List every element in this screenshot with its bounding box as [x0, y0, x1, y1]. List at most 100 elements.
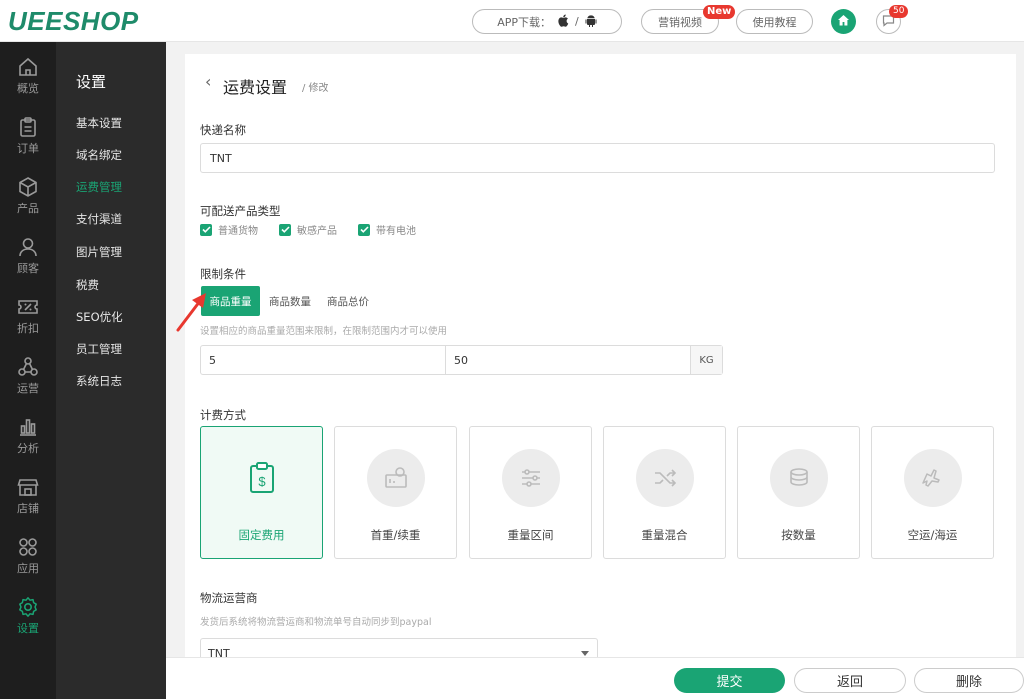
form-card: ‹ 运费设置 / 修改 快递名称 TNT 可配送产品类型 普通货物 敏感产品 带… [185, 54, 1016, 699]
sidebar-item-analytics[interactable]: 分析 [0, 408, 56, 464]
limit-conditions-label: 限制条件 [200, 267, 246, 281]
marketing-video-label: 营销视频 [658, 15, 702, 29]
submenu-item-staff[interactable]: 员工管理 [76, 341, 122, 357]
sidebar-item-label: 应用 [17, 562, 39, 575]
submenu-item-seo[interactable]: SEO优化 [76, 309, 123, 325]
tab-product-total[interactable]: 商品总价 [320, 286, 376, 316]
scale-icon [367, 449, 425, 507]
page-title: 运费设置 [223, 78, 288, 97]
back-button[interactable]: 返回 [794, 668, 906, 693]
gear-icon [19, 597, 37, 617]
clipboard-icon [20, 117, 36, 137]
tab-product-quantity[interactable]: 商品数量 [262, 286, 318, 316]
top-bar: UEESHOP APP下载： / 营销视频 New 使用教程 50 [0, 0, 1024, 42]
range-min-input[interactable]: 5 [201, 346, 446, 374]
range-max-input[interactable]: 50 [446, 346, 691, 374]
billing-option-label: 按数量 [781, 528, 816, 542]
delete-button[interactable]: 删除 [914, 668, 1024, 693]
sidebar-item-label: 设置 [17, 622, 39, 635]
courier-name-input[interactable]: TNT [200, 143, 995, 173]
carrier-hint: 发货后系统将物流营运商和物流单号自动同步到paypal [200, 617, 432, 628]
app-download-pill: APP下载： / [472, 9, 622, 34]
annotation-arrow-icon [176, 293, 206, 332]
brand-logo[interactable]: UEESHOP [8, 6, 139, 37]
billing-option-label: 重量混合 [641, 528, 688, 542]
sliders-icon [502, 449, 560, 507]
billing-option-label: 固定费用 [238, 528, 285, 542]
app-separator: / [575, 15, 579, 28]
billing-method-label: 计费方式 [200, 408, 246, 422]
bar-chart-icon [20, 419, 36, 436]
weight-range-input: 5 50 KG [200, 345, 723, 375]
svg-text:$: $ [258, 474, 266, 489]
primary-sidebar: 概览 订单 产品 顾客 折扣 运营 分析 店铺 应用 设置 [0, 42, 56, 699]
range-unit: KG [691, 346, 722, 374]
sidebar-item-label: 顾客 [17, 262, 39, 275]
sidebar-item-overview[interactable]: 概览 [0, 48, 56, 104]
billing-option-fixed-fee[interactable]: $ 固定费用 [200, 426, 323, 559]
home-button[interactable] [831, 9, 856, 34]
sidebar-item-label: 分析 [17, 442, 39, 455]
sidebar-item-operations[interactable]: 运营 [0, 348, 56, 404]
submenu-item-payment[interactable]: 支付渠道 [76, 211, 122, 227]
cube-icon [19, 177, 37, 197]
tutorial-button[interactable]: 使用教程 [736, 9, 813, 34]
main-content: ‹ 运费设置 / 修改 快递名称 TNT 可配送产品类型 普通货物 敏感产品 带… [166, 42, 1024, 699]
billing-option-first-weight[interactable]: 首重/续重 [334, 426, 457, 559]
limit-hint: 设置相应的商品重量范围来限制，在限制范围内才可以使用 [200, 326, 448, 337]
checkmark-icon [200, 223, 212, 236]
shuffle-icon [636, 449, 694, 507]
sidebar-item-label: 产品 [17, 202, 39, 215]
checkbox-with-battery[interactable]: 带有电池 [358, 222, 416, 237]
billing-option-by-quantity[interactable]: 按数量 [737, 426, 860, 559]
back-chevron-icon[interactable]: ‹ [205, 72, 211, 91]
courier-name-label: 快递名称 [200, 123, 246, 137]
billing-option-label: 重量区间 [507, 528, 554, 542]
checkbox-general-goods[interactable]: 普通货物 [200, 222, 258, 237]
sidebar-item-customers[interactable]: 顾客 [0, 228, 56, 284]
settings-submenu: 设置 基本设置 域名绑定 运费管理 支付渠道 图片管理 税费 SEO优化 员工管… [56, 42, 166, 699]
sidebar-item-settings[interactable]: 设置 [0, 588, 56, 644]
page-subtitle: / 修改 [302, 83, 329, 94]
stack-icon [770, 449, 828, 507]
user-icon [19, 238, 37, 257]
sidebar-item-store[interactable]: 店铺 [0, 468, 56, 524]
submit-button[interactable]: 提交 [674, 668, 785, 693]
submenu-item-tax[interactable]: 税费 [76, 277, 99, 293]
sidebar-item-apps[interactable]: 应用 [0, 528, 56, 584]
sidebar-item-label: 运营 [17, 382, 39, 395]
checkmark-icon [279, 223, 291, 236]
billing-option-weight-range[interactable]: 重量区间 [469, 426, 592, 559]
sidebar-item-products[interactable]: 产品 [0, 168, 56, 224]
plane-ship-icon [904, 449, 962, 507]
app-download-label: APP下载： [497, 15, 552, 29]
percent-ticket-icon [18, 300, 38, 314]
sidebar-item-orders[interactable]: 订单 [0, 108, 56, 164]
network-icon [18, 357, 38, 376]
submenu-item-images[interactable]: 图片管理 [76, 244, 122, 260]
apple-icon[interactable] [557, 14, 569, 30]
sidebar-item-label: 概览 [17, 82, 39, 95]
tutorial-label: 使用教程 [752, 15, 797, 29]
billing-option-label: 空运/海运 [907, 528, 958, 542]
android-icon[interactable] [585, 14, 597, 30]
submenu-item-logs[interactable]: 系统日志 [76, 373, 122, 389]
sidebar-item-label: 店铺 [17, 502, 39, 515]
submenu-item-domain[interactable]: 域名绑定 [76, 147, 122, 163]
submenu-item-basic[interactable]: 基本设置 [76, 115, 122, 131]
billing-option-weight-mixed[interactable]: 重量混合 [603, 426, 726, 559]
checkbox-label: 带有电池 [376, 226, 416, 237]
sidebar-item-label: 订单 [17, 142, 39, 155]
sidebar-item-discounts[interactable]: 折扣 [0, 288, 56, 344]
carrier-label: 物流运营商 [200, 591, 258, 605]
checkbox-label: 普通货物 [218, 226, 258, 237]
home-outline-icon [19, 57, 37, 76]
submenu-item-shipping[interactable]: 运费管理 [76, 179, 122, 195]
billing-option-air-sea[interactable]: 空运/海运 [871, 426, 994, 559]
checkbox-sensitive-products[interactable]: 敏感产品 [279, 222, 337, 237]
chevron-down-icon [581, 651, 589, 656]
apps-grid-icon [19, 538, 37, 556]
sidebar-item-label: 折扣 [17, 322, 39, 335]
new-badge: New [703, 5, 736, 19]
checkmark-icon [358, 223, 370, 236]
